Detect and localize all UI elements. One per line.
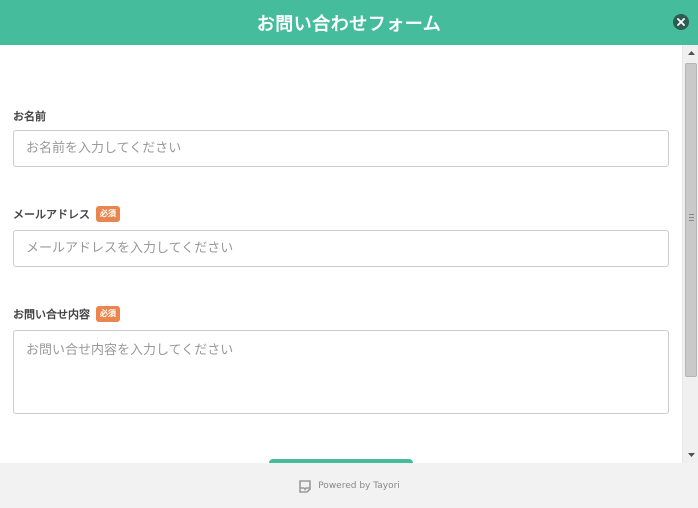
tayori-logo-icon xyxy=(299,479,312,493)
scrollbar-thumb[interactable] xyxy=(685,63,697,377)
dialog-title: お問い合わせフォーム xyxy=(256,13,442,35)
dialog-footer: Powered by Tayori xyxy=(0,463,698,508)
message-textarea[interactable] xyxy=(13,330,669,414)
powered-by-link[interactable]: Powered by Tayori xyxy=(298,479,400,493)
vertical-scrollbar[interactable] xyxy=(682,45,698,463)
powered-by-text: Powered by Tayori xyxy=(318,480,400,491)
name-label: お名前 xyxy=(13,108,46,124)
email-required-badge: 必須 xyxy=(96,206,120,222)
email-label-text: メールアドレス xyxy=(13,208,90,221)
name-label-text: お名前 xyxy=(13,110,46,123)
form-body: お名前 メールアドレス 必須 お問い合せ内容 必須 xyxy=(0,45,682,463)
scroll-down-arrow[interactable] xyxy=(683,447,698,463)
dialog-header: お問い合わせフォーム xyxy=(0,0,698,45)
contact-form-dialog: お問い合わせフォーム お名前 メールアドレス 必須 お問い合せ内容 必須 xyxy=(0,0,698,508)
email-label: メールアドレス 必須 xyxy=(13,206,120,222)
name-input[interactable] xyxy=(13,130,669,167)
message-label: お問い合せ内容 必須 xyxy=(13,306,120,322)
close-icon xyxy=(677,18,685,26)
message-label-text: お問い合せ内容 xyxy=(13,308,90,321)
scroll-up-arrow[interactable] xyxy=(683,45,698,61)
close-button[interactable] xyxy=(673,14,689,30)
email-input[interactable] xyxy=(13,230,669,267)
message-required-badge: 必須 xyxy=(96,306,120,322)
scrollbar-grip xyxy=(689,214,694,221)
